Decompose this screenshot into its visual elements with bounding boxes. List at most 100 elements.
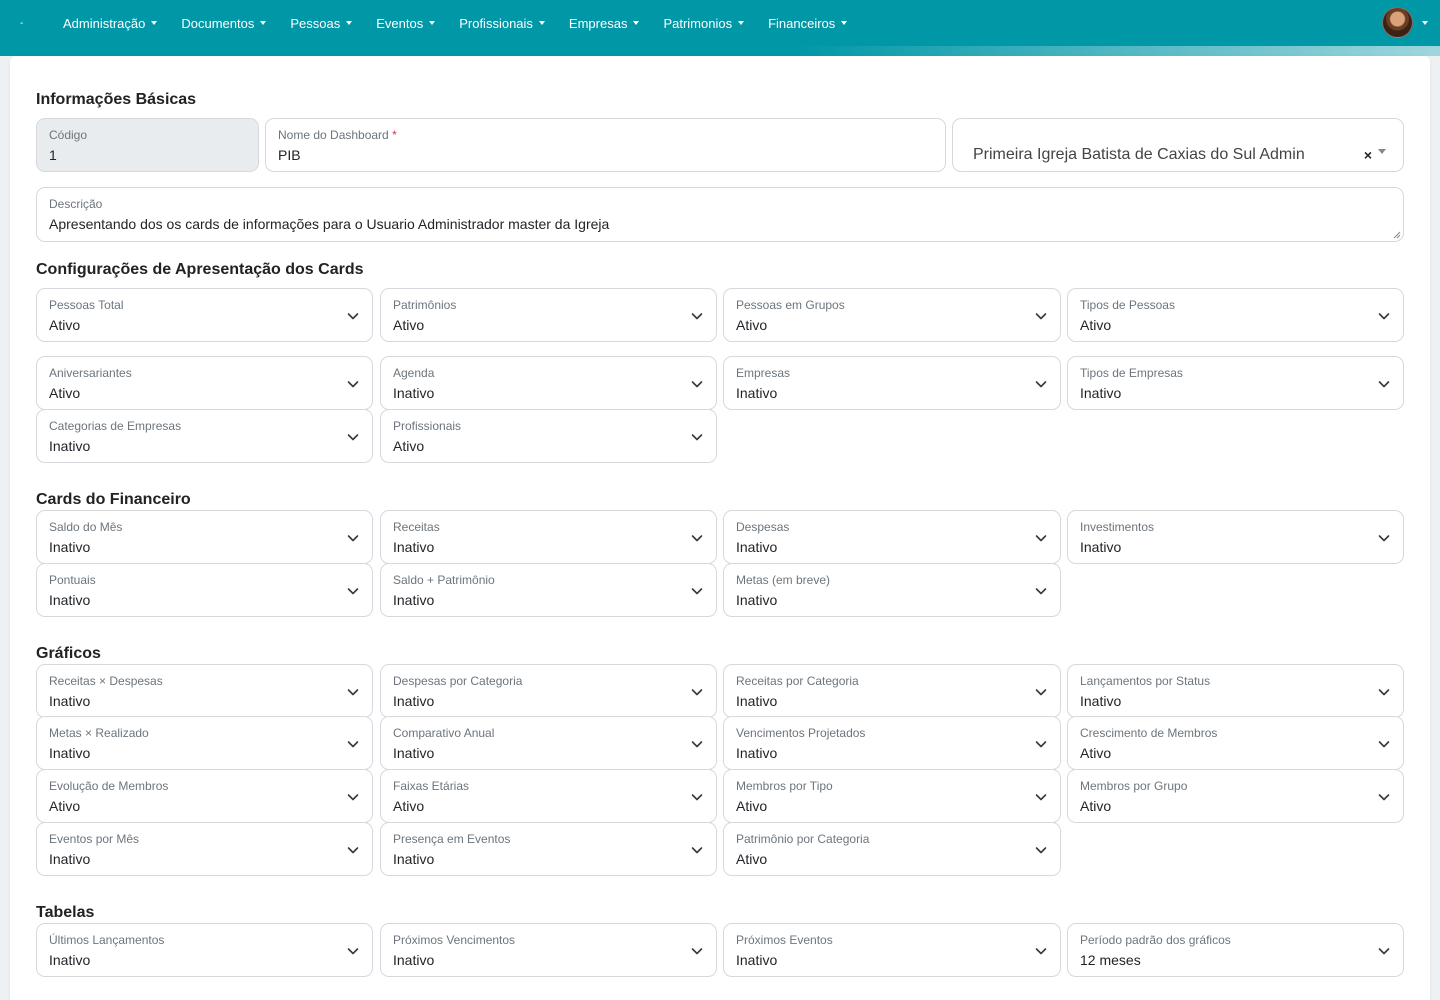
select-label: Patrimônio por Categoria	[736, 832, 870, 846]
caret-down-icon	[151, 21, 158, 25]
select-presenca-em-eventos[interactable]: Presença em Eventos Inativo	[380, 822, 717, 876]
select-value: Inativo	[736, 693, 778, 709]
select-value: Inativo	[393, 592, 435, 608]
select-profissionais[interactable]: Profissionais Ativo	[380, 409, 717, 463]
select-label: Eventos por Mês	[49, 832, 140, 846]
select-value: Inativo	[393, 851, 435, 867]
menu-eventos[interactable]: Eventos	[376, 16, 436, 31]
description-textarea[interactable]: Descrição Apresentando dos os cards de i…	[36, 187, 1404, 242]
select-label: Comparativo Anual	[393, 726, 495, 740]
chevron-down-icon	[1035, 381, 1047, 388]
select-label: Pessoas em Grupos	[736, 298, 845, 312]
select-crescimento-de-membros[interactable]: Crescimento de Membros Ativo	[1067, 716, 1404, 770]
select-pessoas-total[interactable]: Pessoas Total Ativo	[36, 288, 373, 342]
chevron-down-icon	[1035, 313, 1047, 320]
clear-selection-icon[interactable]: ×	[1364, 147, 1372, 163]
select-value: Inativo	[393, 693, 435, 709]
select-label: Membros por Tipo	[736, 779, 833, 793]
select-proximos-vencimentos[interactable]: Próximos Vencimentos Inativo	[380, 923, 717, 977]
chevron-down-icon	[691, 847, 703, 854]
select-label: Pontuais	[49, 573, 96, 587]
select-despesas-por-categoria[interactable]: Despesas por Categoria Inativo	[380, 664, 717, 718]
menu-empresas[interactable]: Empresas	[569, 16, 640, 31]
select-membros-por-tipo[interactable]: Membros por Tipo Ativo	[723, 769, 1061, 823]
select-despesas[interactable]: Despesas Inativo	[723, 510, 1061, 564]
select-tipos-de-empresas[interactable]: Tipos de Empresas Inativo	[1067, 356, 1404, 410]
select-tipos-de-pessoas[interactable]: Tipos de Pessoas Ativo	[1067, 288, 1404, 342]
select-aniversariantes[interactable]: Aniversariantes Ativo	[36, 356, 373, 410]
section-title-basic: Informações Básicas	[36, 91, 197, 108]
dashboard-name-label: Nome do Dashboard *	[278, 127, 933, 143]
select-empresas[interactable]: Empresas Inativo	[723, 356, 1061, 410]
select-saldo-do-mes[interactable]: Saldo do Mês Inativo	[36, 510, 373, 564]
chevron-down-icon	[1378, 313, 1390, 320]
select-label: Próximos Eventos	[736, 933, 833, 947]
caret-down-icon	[538, 21, 545, 25]
top-navbar: - Administração Documentos Pessoas Event…	[0, 0, 1440, 46]
select-pontuais[interactable]: Pontuais Inativo	[36, 563, 373, 617]
select-metas-realizado[interactable]: Metas × Realizado Inativo	[36, 716, 373, 770]
brand-logo[interactable]: -	[0, 0, 50, 46]
menu-label: Pessoas	[290, 15, 341, 31]
select-value: Ativo	[49, 798, 81, 814]
select-label: Crescimento de Membros	[1080, 726, 1218, 740]
resize-handle-icon[interactable]	[1393, 231, 1401, 239]
select-value: Ativo	[49, 317, 81, 333]
select-faixas-etarias[interactable]: Faixas Etárias Ativo	[380, 769, 717, 823]
select-saldo-patrimonio[interactable]: Saldo + Patrimônio Inativo	[380, 563, 717, 617]
navbar-accent-band	[0, 46, 1440, 56]
select-vencimentos-projetados[interactable]: Vencimentos Projetados Inativo	[723, 716, 1061, 770]
select-receitas-despesas[interactable]: Receitas × Despesas Inativo	[36, 664, 373, 718]
menu-patrimonios[interactable]: Patrimonios	[663, 16, 745, 31]
select-agenda[interactable]: Agenda Inativo	[380, 356, 717, 410]
chevron-down-icon	[1378, 381, 1390, 388]
caret-down-icon	[429, 21, 436, 25]
menu-label: Empresas	[568, 15, 628, 31]
menu-financeiros[interactable]: Financeiros	[768, 16, 848, 31]
avatar[interactable]	[1382, 7, 1413, 38]
select-proximos-eventos[interactable]: Próximos Eventos Inativo	[723, 923, 1061, 977]
select-pessoas-em-grupos[interactable]: Pessoas em Grupos Ativo	[723, 288, 1061, 342]
chevron-down-icon	[691, 588, 703, 595]
chevron-down-icon	[1035, 535, 1047, 542]
select-value: Inativo	[393, 539, 435, 555]
menu-label: Profissionais	[459, 15, 533, 31]
select-investimentos[interactable]: Investimentos Inativo	[1067, 510, 1404, 564]
section-title-tables: Tabelas	[36, 904, 95, 921]
caret-down-icon	[633, 21, 640, 25]
select-categorias-de-empresas[interactable]: Categorias de Empresas Inativo	[36, 409, 373, 463]
select-value: Ativo	[393, 438, 425, 454]
church-select[interactable]: Primeira Igreja Batista de Caxias do Sul…	[952, 118, 1404, 172]
select-receitas-por-categoria[interactable]: Receitas por Categoria Inativo	[723, 664, 1061, 718]
chevron-down-icon	[691, 948, 703, 955]
select-value: Inativo	[49, 952, 91, 968]
select-receitas[interactable]: Receitas Inativo	[380, 510, 717, 564]
select-evolucao-de-membros[interactable]: Evolução de Membros Ativo	[36, 769, 373, 823]
select-membros-por-grupo[interactable]: Membros por Grupo Ativo	[1067, 769, 1404, 823]
code-value: 1	[49, 147, 57, 163]
select-periodo-padrao-dos-graficos[interactable]: Período padrão dos gráficos 12 meses	[1067, 923, 1404, 977]
select-patrimonio-por-categoria[interactable]: Patrimônio por Categoria Ativo	[723, 822, 1061, 876]
dropdown-arrow-icon[interactable]	[1378, 149, 1386, 154]
select-eventos-por-mes[interactable]: Eventos por Mês Inativo	[36, 822, 373, 876]
select-label: Tipos de Pessoas	[1080, 298, 1175, 312]
select-patrimonios[interactable]: Patrimônios Ativo	[380, 288, 717, 342]
select-comparativo-anual[interactable]: Comparativo Anual Inativo	[380, 716, 717, 770]
select-ultimos-lancamentos[interactable]: Últimos Lançamentos Inativo	[36, 923, 373, 977]
select-label: Vencimentos Projetados	[736, 726, 866, 740]
select-lancamentos-por-status[interactable]: Lançamentos por Status Inativo	[1067, 664, 1404, 718]
select-label: Metas × Realizado	[49, 726, 149, 740]
menu-documentos[interactable]: Documentos	[181, 16, 267, 31]
chevron-down-icon	[691, 535, 703, 542]
dashboard-name-field[interactable]: Nome do Dashboard * PIB	[265, 118, 946, 172]
select-value: Inativo	[736, 952, 778, 968]
select-metas-em-breve[interactable]: Metas (em breve) Inativo	[723, 563, 1061, 617]
code-field[interactable]: Código 1	[36, 118, 259, 172]
chevron-down-icon	[347, 381, 359, 388]
menu-administracao[interactable]: Administração	[63, 16, 158, 31]
section-title-finance: Cards do Financeiro	[36, 491, 191, 508]
user-menu[interactable]	[1382, 7, 1428, 38]
menu-pessoas[interactable]: Pessoas	[290, 15, 353, 31]
select-value: Ativo	[393, 798, 425, 814]
menu-profissionais[interactable]: Profissionais	[459, 16, 545, 31]
